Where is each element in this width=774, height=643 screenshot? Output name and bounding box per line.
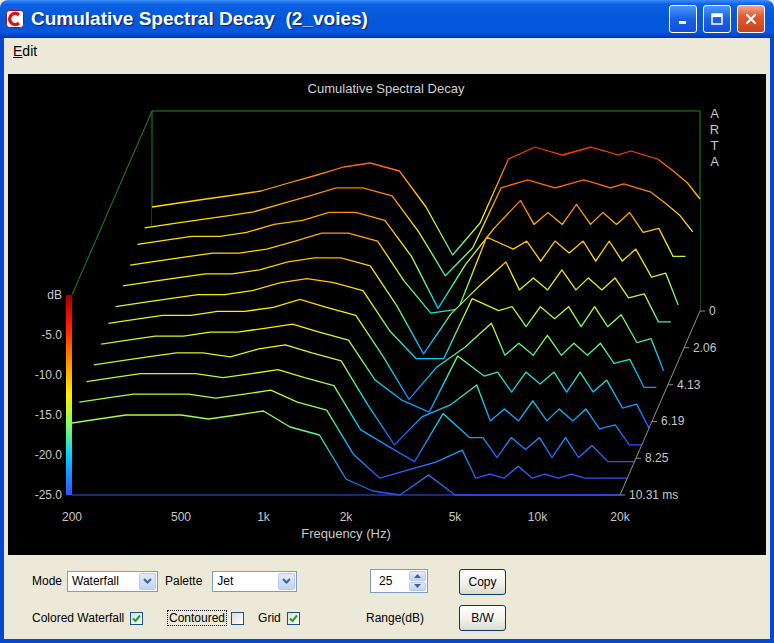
mode-group: Mode Waterfall [30,568,165,594]
checkbox-item[interactable]: Grid [256,610,300,626]
action-button[interactable]: Copy [459,569,506,595]
checkbox[interactable] [231,612,244,625]
time-tick-mark [700,311,705,312]
controls-panel: Mode Waterfall Palette Jet 25 Copy B/W Colored … [4,555,770,639]
time-tick-label: 2.06 [693,341,717,355]
x-tick-label: 10k [528,510,548,524]
mode-value: Waterfall [69,574,139,588]
time-tick: 4.13 [668,378,701,392]
time-tick-mark [620,495,625,496]
slice-line [72,411,620,495]
checkbox-label[interactable]: Colored Waterfall [30,610,126,626]
window-controls [669,5,765,33]
x-tick-label: 200 [62,510,82,524]
mode-label: Mode [32,574,62,588]
checkbox-label[interactable]: Contoured [167,610,227,626]
time-tick-mark [652,421,657,422]
y-tick-label: -20.0 [35,448,63,462]
checkmark-icon [131,613,142,624]
time-tick: 10.31 ms [620,488,678,502]
window-title: Cumulative Spectral Decay (2_voies) [31,8,662,30]
checkbox-item[interactable]: Colored Waterfall [30,610,143,626]
spin-down-button[interactable] [409,582,426,592]
time-tick-mark [636,458,641,459]
action-button[interactable]: B/W [459,605,506,631]
time-tick-label: 0 [709,304,716,318]
y-tick-label: -5.0 [41,328,62,342]
time-tick-mark [684,347,689,348]
mode-select[interactable]: Waterfall [67,571,158,592]
palette-group: Palette Jet [165,568,366,594]
chart-title: Cumulative Spectral Decay [308,81,465,96]
time-tick: 2.06 [684,341,717,355]
x-axis-title: Frequency (Hz) [301,526,391,541]
up-arrow-icon [414,574,421,578]
palette-label: Palette [165,574,202,588]
x-axis-line [72,495,620,496]
checkbox[interactable] [130,612,143,625]
x-tick-label: 500 [171,510,191,524]
time-tick-label: 6.19 [661,414,685,428]
range-label: Range(dB) [366,611,424,625]
x-tick-label: 5k [449,510,463,524]
minimize-icon [676,12,690,26]
range-spinner[interactable]: 25 [370,569,428,593]
chart-panel: Cumulative Spectral Decay dB -5.0 -10.0 -15.… [8,74,766,555]
x-tick-label: 2k [340,510,354,524]
range-group: 25 [366,568,459,594]
y-tick-label: -15.0 [35,408,63,422]
window-body: Edit Cumulative Spectral Decay dB -5.0 -10.0… [0,38,774,643]
arta-watermark: ARTA [708,106,721,170]
slice-fill [72,411,620,495]
time-axis-line [620,311,700,495]
time-tick: 6.19 [652,414,685,428]
maximize-icon [710,12,724,26]
palette-select[interactable]: Jet [212,571,297,592]
range-label-cell: Range(dB) [366,605,459,631]
frame-line [152,111,700,112]
waterfall-slices [72,147,700,495]
maximize-button[interactable] [703,5,731,33]
y-axis-unit: dB [47,288,62,302]
time-tick-label: 4.13 [677,378,701,392]
waterfall-chart: Cumulative Spectral Decay dB -5.0 -10.0 -15.… [8,74,766,555]
app-logo-icon [6,10,24,28]
y-tick-label: -10.0 [35,368,63,382]
x-tick-label: 1k [257,510,271,524]
checkbox-item[interactable]: Contoured [167,610,244,626]
menu-item[interactable]: Edit [10,41,40,61]
time-tick-mark [668,384,673,385]
y-tick-label: -25.0 [35,488,63,502]
close-button[interactable] [737,5,765,33]
dropdown-arrow-icon [282,578,291,584]
action-buttons: Copy B/W [459,568,519,631]
time-tick: 0 [700,304,716,318]
checkbox-group: Contoured Grid [165,605,366,631]
checkbox-group: Colored Waterfall [30,605,165,631]
color-scale-bar [66,295,72,495]
time-tick-label: 10.31 ms [629,488,678,502]
checkbox-label[interactable]: Grid [256,610,283,626]
mode-dropdown-button[interactable] [139,573,156,590]
x-tick-label: 20k [610,510,630,524]
dropdown-arrow-icon [143,578,152,584]
palette-dropdown-button[interactable] [278,573,295,590]
window: Cumulative Spectral Decay (2_voies) Edit C… [0,0,774,643]
menu-bar: Edit [4,38,770,64]
palette-value: Jet [214,574,278,588]
time-tick-label: 8.25 [645,451,669,465]
close-icon [744,12,758,26]
range-value[interactable]: 25 [371,570,408,592]
spin-buttons [408,570,427,592]
time-tick: 8.25 [636,451,669,465]
decay-slice [72,411,620,495]
title-bar: Cumulative Spectral Decay (2_voies) [0,0,774,38]
spin-up-button[interactable] [409,571,426,581]
minimize-button[interactable] [669,5,697,33]
checkbox[interactable] [287,612,300,625]
checkmark-icon [288,613,299,624]
down-arrow-icon [414,584,421,588]
